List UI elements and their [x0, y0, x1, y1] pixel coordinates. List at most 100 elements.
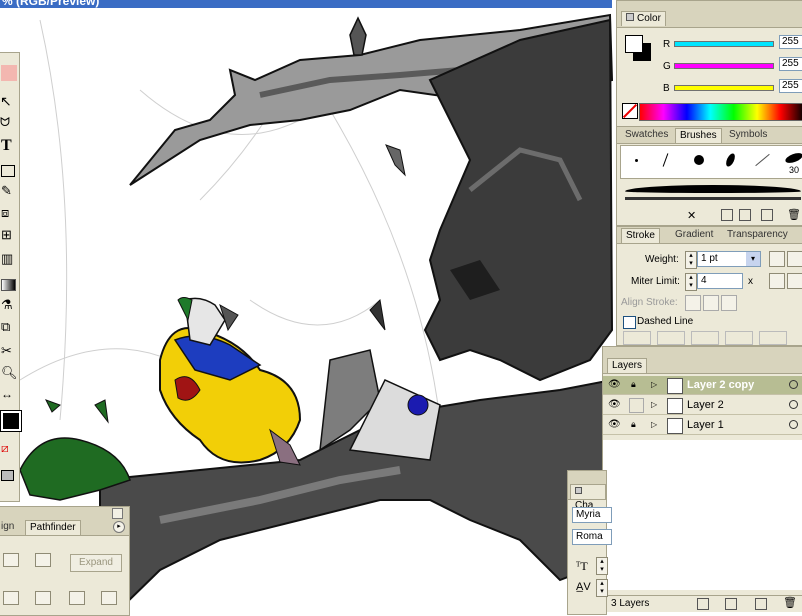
delete-brush-icon[interactable]: 🗑︎ [787, 208, 801, 221]
screen-mode-icon[interactable] [1, 465, 17, 485]
tab-symbols[interactable]: Symbols [725, 128, 771, 142]
r-value-field[interactable]: 255 [779, 35, 802, 49]
tab-align[interactable]: ign [0, 520, 18, 534]
pathfinder-merge-icon[interactable] [69, 591, 85, 605]
tab-brushes[interactable]: Brushes [675, 128, 722, 143]
cap-butt-icon[interactable] [769, 251, 785, 267]
cap-round-icon[interactable] [787, 251, 802, 267]
rectangle-tool-icon[interactable] [1, 161, 17, 181]
tab-transparency[interactable]: Transparency [723, 228, 792, 242]
brush-options-icon[interactable] [721, 209, 733, 221]
tab-swatches[interactable]: Swatches [621, 128, 672, 142]
pencil-tool-icon[interactable]: ✎ [1, 183, 17, 203]
dashed-line-checkbox[interactable] [623, 316, 636, 329]
g-value-field[interactable]: 255 [779, 57, 802, 71]
brush-art-stroke-2[interactable] [625, 197, 801, 200]
slice-tool-icon[interactable]: ⧉ [1, 319, 17, 339]
eye-icon[interactable]: 👁︎ [608, 419, 621, 430]
eye-icon[interactable]: 👁︎ [608, 379, 621, 390]
delete-layer-icon[interactable]: 🗑︎ [783, 596, 797, 609]
scale-tool-icon[interactable]: ⧈ [1, 205, 17, 225]
layer-name[interactable]: Layer 1 [687, 419, 724, 431]
expand-triangle-icon[interactable]: ▷ [651, 380, 657, 389]
dash-field-2[interactable] [657, 331, 685, 345]
align-center-icon[interactable] [685, 295, 701, 311]
eye-icon[interactable]: 👁︎ [608, 399, 621, 410]
weight-field[interactable]: 1 pt ▾ [697, 251, 761, 267]
scissors-tool-icon[interactable]: ✂ [1, 343, 17, 363]
tool-icon-swatch[interactable] [1, 65, 17, 81]
tab-stroke[interactable]: Stroke [621, 228, 660, 243]
make-clipping-mask-icon[interactable] [697, 598, 709, 610]
target-circle-icon[interactable] [789, 400, 798, 409]
tab-pathfinder[interactable]: Pathfinder [25, 520, 81, 535]
layer-name[interactable]: Layer 2 [687, 399, 724, 411]
g-slider[interactable] [674, 63, 774, 69]
zoom-tool-icon[interactable]: 🔍︎ [1, 365, 18, 385]
join-round-icon[interactable] [787, 273, 802, 289]
dash-field-3[interactable] [691, 331, 719, 345]
brush-dot-large[interactable] [694, 155, 704, 165]
layer-name[interactable]: Layer 2 copy [687, 379, 754, 391]
brush-dot-small[interactable] [635, 159, 638, 162]
shape-add-icon[interactable] [3, 553, 19, 567]
align-inside-icon[interactable] [703, 295, 719, 311]
hand-tool-icon[interactable]: ↔ [1, 387, 17, 407]
none-color-icon[interactable] [622, 103, 638, 119]
font-family-field[interactable]: Myria [572, 507, 612, 523]
layer-row-layer-1[interactable]: 👁︎ 🔒︎ ▷ Layer 1 [603, 416, 802, 435]
color-spectrum-bar[interactable] [639, 103, 802, 121]
shape-subtract-icon[interactable] [35, 553, 51, 567]
tab-gradient[interactable]: Gradient [671, 228, 717, 242]
panel-menu-icon[interactable]: ▸ [113, 521, 125, 533]
brush-art-stroke[interactable] [625, 185, 801, 193]
new-layer-icon[interactable] [755, 598, 767, 610]
layer-row-layer-2[interactable]: 👁︎ ▷ Layer 2 [603, 396, 802, 415]
stroke-fill-swatch-icon[interactable] [0, 410, 22, 432]
graph-tool-icon[interactable]: ▥ [1, 251, 17, 271]
new-sublayer-icon[interactable] [725, 598, 737, 610]
align-outside-icon[interactable] [721, 295, 737, 311]
miter-stepper[interactable]: ▴ ▾ [685, 273, 697, 291]
join-miter-icon[interactable] [769, 273, 785, 289]
dash-field-1[interactable] [623, 331, 651, 345]
expand-button[interactable]: Expand [70, 554, 122, 572]
weight-stepper[interactable]: ▴ ▾ [685, 251, 697, 269]
pathfinder-crop-icon[interactable] [101, 591, 117, 605]
font-size-stepper[interactable]: ▴ ▾ [596, 557, 608, 575]
b-slider[interactable] [674, 85, 774, 91]
target-circle-icon[interactable] [789, 380, 798, 389]
tab-color[interactable]: Color [621, 11, 666, 26]
eyedropper-tool-icon[interactable]: ⚗ [1, 297, 17, 317]
pathfinder-divide-icon[interactable] [3, 591, 19, 605]
target-circle-icon[interactable] [789, 420, 798, 429]
lock-slot[interactable] [629, 398, 644, 413]
tab-layers[interactable]: Layers [607, 358, 648, 373]
kerning-stepper[interactable]: ▴ ▾ [596, 579, 608, 597]
expand-triangle-icon[interactable]: ▷ [651, 400, 657, 409]
free-transform-tool-icon[interactable]: ⊞ [1, 227, 17, 247]
new-brush-icon[interactable] [761, 209, 773, 221]
dash-field-5[interactable] [759, 331, 787, 345]
miter-limit-field[interactable]: 4 [697, 273, 743, 289]
lasso-tool-icon[interactable]: ᗢ [0, 115, 16, 135]
font-style-field[interactable]: Roma [572, 529, 612, 545]
pathfinder-trim-icon[interactable] [35, 591, 51, 605]
b-value-field[interactable]: 255 [779, 79, 802, 93]
type-tool-icon[interactable]: T [1, 137, 17, 157]
brush-libraries-icon[interactable] [739, 209, 751, 221]
fill-swatch[interactable] [625, 35, 643, 53]
layer-row-layer-2-copy[interactable]: 👁︎ 🔒︎ ▷ Layer 2 copy [603, 376, 802, 395]
panel-close-icon[interactable] [112, 508, 123, 519]
remove-brush-icon[interactable]: ✕ [687, 209, 696, 222]
dash-field-4[interactable] [725, 331, 753, 345]
lock-icon[interactable]: 🔒︎ [631, 419, 636, 430]
weight-dropdown-icon[interactable]: ▾ [746, 252, 760, 266]
none-color-icon[interactable]: ⧄ [1, 441, 17, 461]
tab-character[interactable]: Cha [570, 484, 606, 511]
selection-tool-icon[interactable]: ↖ [0, 93, 16, 113]
gradient-tool-icon[interactable] [1, 275, 17, 295]
expand-triangle-icon[interactable]: ▷ [651, 420, 657, 429]
r-slider[interactable] [674, 41, 774, 47]
lock-icon[interactable]: 🔒︎ [631, 379, 636, 390]
